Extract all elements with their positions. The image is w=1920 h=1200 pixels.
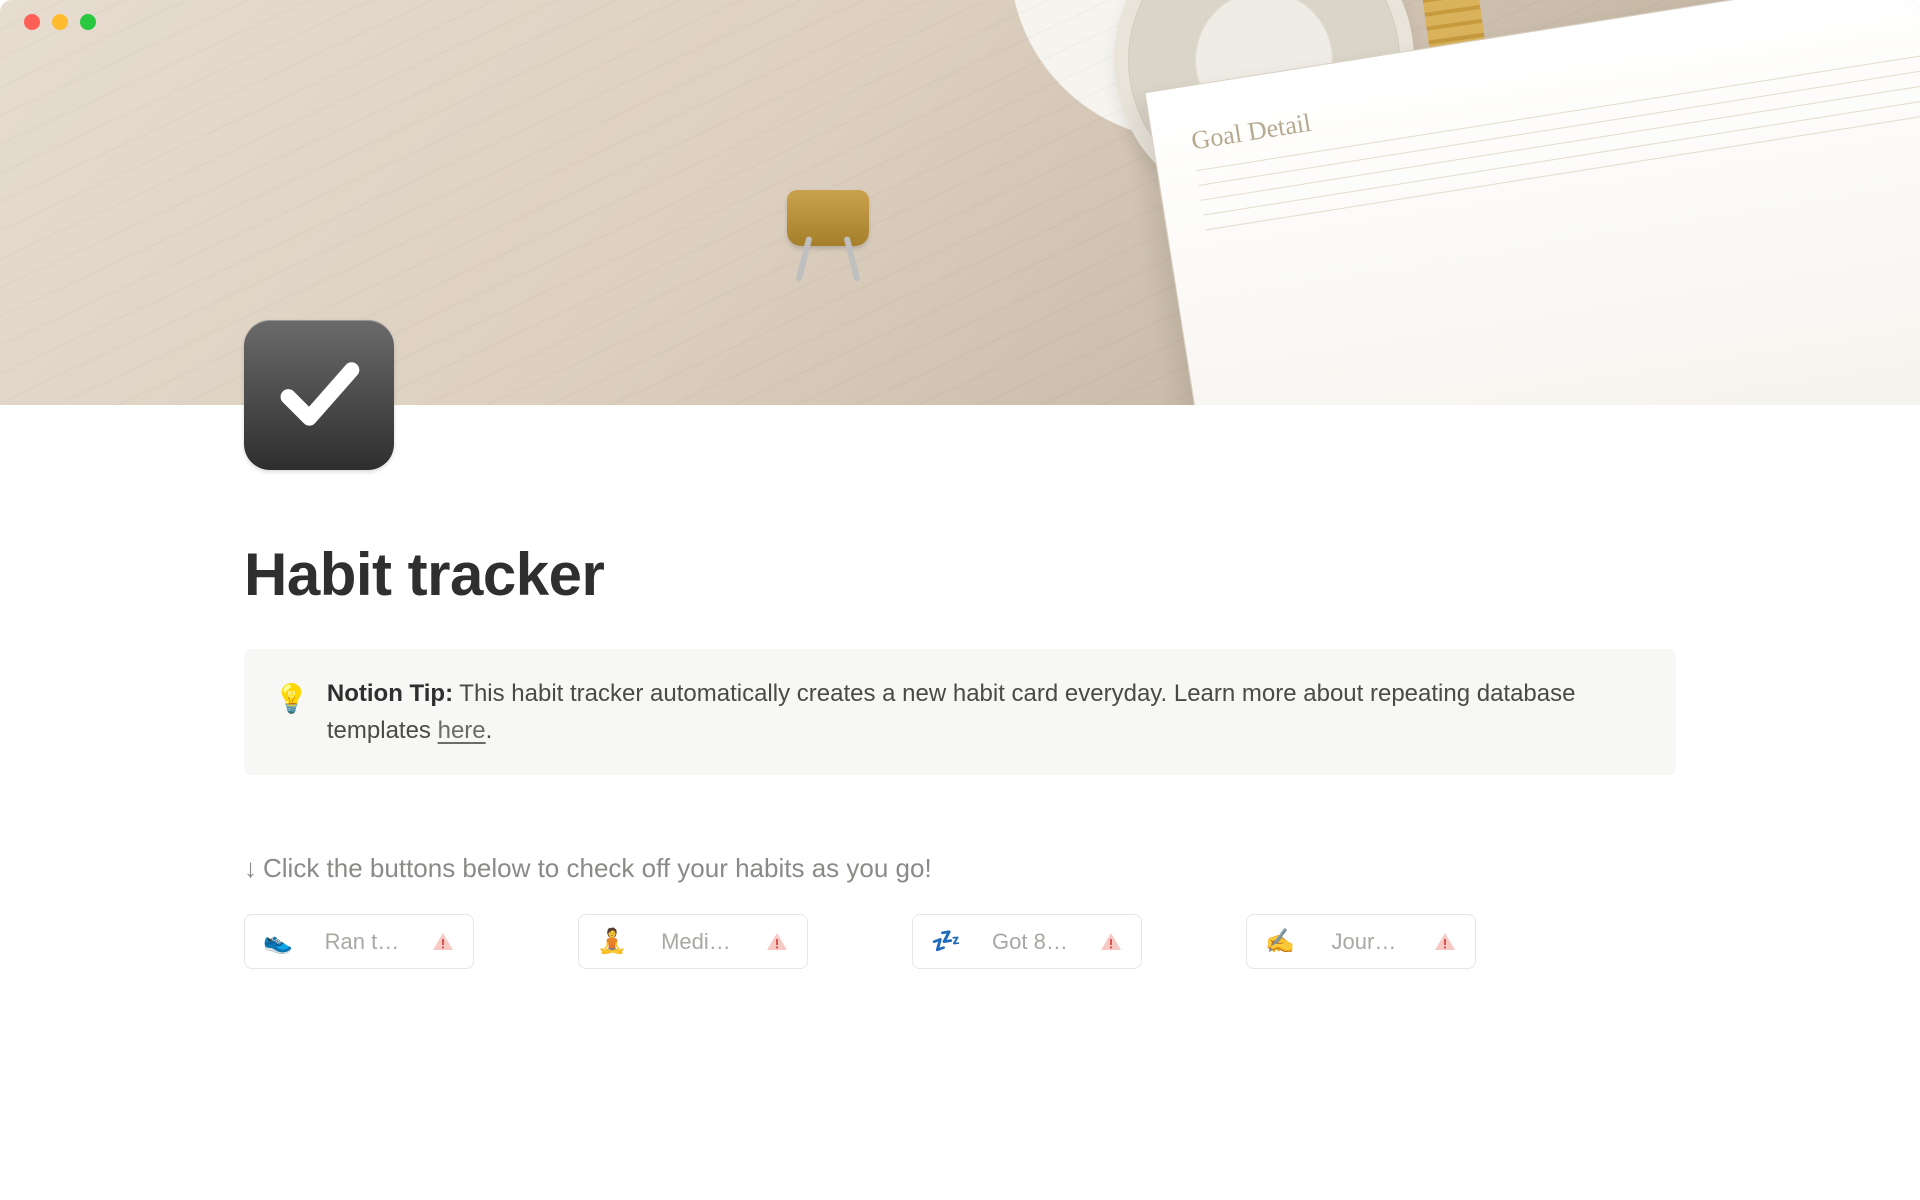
app-window: Goal Detail Goal Summary Goal Detail Hab…	[0, 0, 1920, 1200]
habit-buttons-row: 👟 Ran t… 🧘 Medi… 💤 Got 8…	[244, 914, 1676, 969]
lightbulb-icon: 💡	[274, 677, 309, 749]
warning-icon	[1433, 930, 1457, 954]
cover-binder-clip-graphic	[787, 190, 869, 246]
instruction-text: ↓Click the buttons below to check off yo…	[244, 853, 1676, 884]
window-zoom-button[interactable]	[80, 14, 96, 30]
warning-icon	[1099, 930, 1123, 954]
habit-button-label: Got 8…	[973, 929, 1087, 955]
tip-callout-link[interactable]: here	[438, 717, 486, 744]
window-titlebar	[0, 0, 1920, 44]
shoe-icon: 👟	[263, 927, 293, 956]
tip-callout[interactable]: 💡 Notion Tip: This habit tracker automat…	[244, 649, 1676, 775]
page-content: Habit tracker 💡 Notion Tip: This habit t…	[244, 540, 1676, 969]
checkbox-icon	[271, 345, 367, 446]
page-title[interactable]: Habit tracker	[244, 540, 1676, 609]
habit-button-label: Medi…	[639, 929, 753, 955]
page-icon[interactable]	[244, 320, 394, 470]
sleep-icon: 💤	[931, 927, 961, 956]
tip-callout-bold: Notion Tip:	[327, 680, 453, 707]
tip-callout-text-1: This habit tracker automatically creates…	[327, 680, 1576, 744]
tip-callout-body: Notion Tip: This habit tracker automatic…	[327, 675, 1646, 749]
instruction-label: Click the buttons below to check off you…	[263, 853, 932, 883]
writing-icon: ✍️	[1265, 927, 1295, 956]
tip-callout-text-2: .	[486, 717, 493, 744]
habit-button-meditated[interactable]: 🧘 Medi…	[578, 914, 808, 969]
meditate-icon: 🧘	[597, 927, 627, 956]
habit-button-ran[interactable]: 👟 Ran t…	[244, 914, 474, 969]
window-close-button[interactable]	[24, 14, 40, 30]
down-arrow-icon: ↓	[244, 853, 257, 883]
habit-button-sleep[interactable]: 💤 Got 8…	[912, 914, 1142, 969]
habit-button-journal[interactable]: ✍️ Jour…	[1246, 914, 1476, 969]
warning-icon	[765, 930, 789, 954]
window-minimize-button[interactable]	[52, 14, 68, 30]
warning-icon	[431, 930, 455, 954]
habit-button-label: Ran t…	[305, 929, 419, 955]
habit-button-label: Jour…	[1307, 929, 1421, 955]
